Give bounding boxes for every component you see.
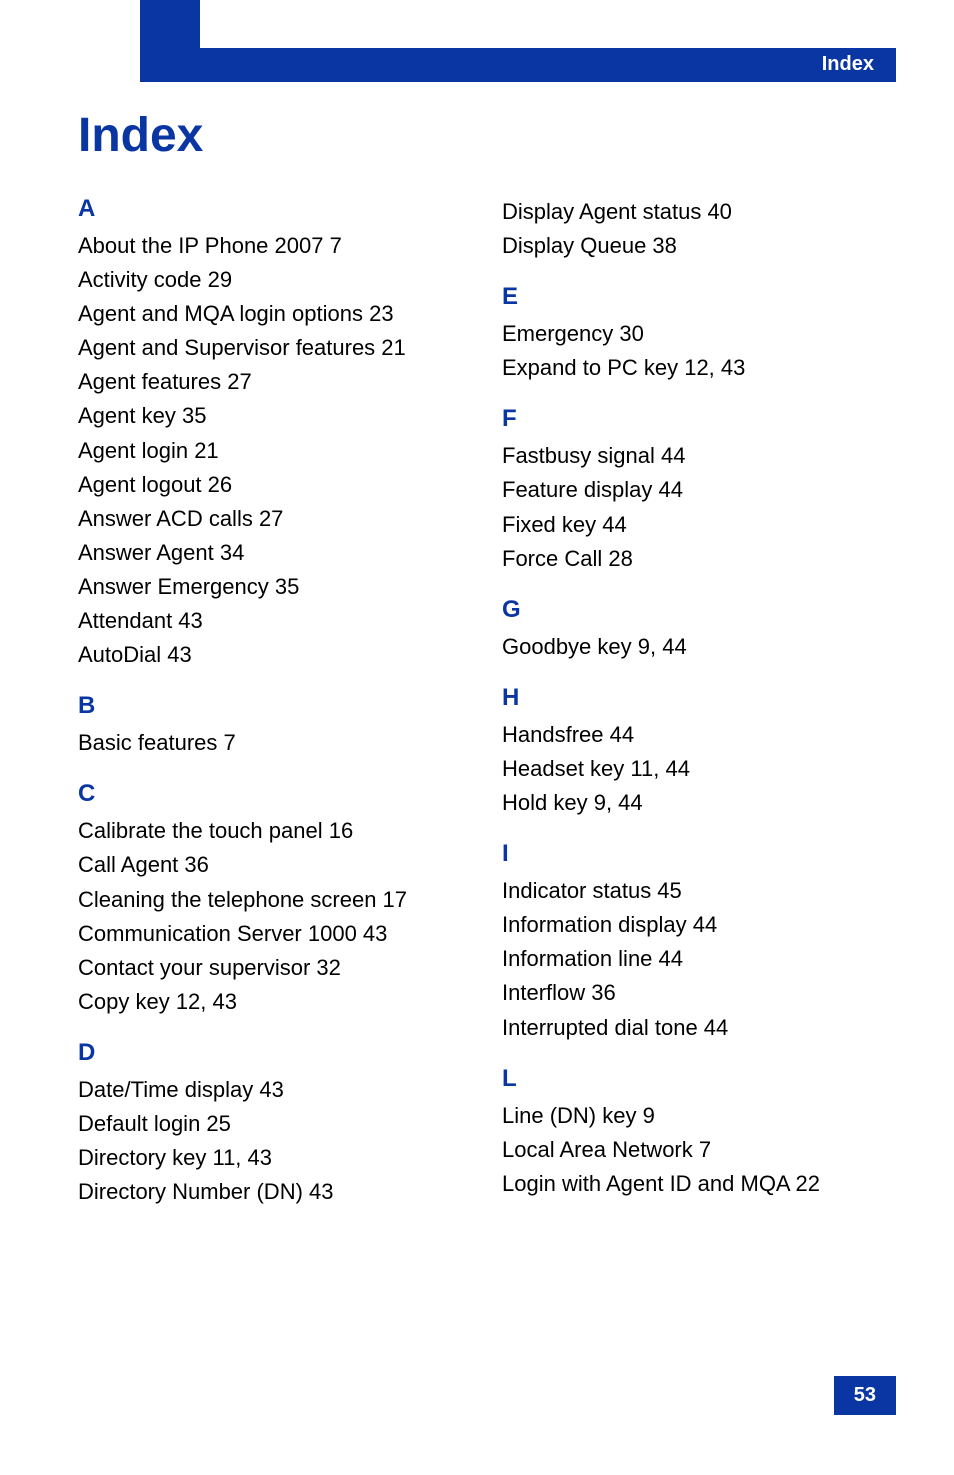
section-b: B Basic features 7 (78, 692, 472, 760)
index-entry: Hold key 9, 44 (502, 786, 896, 820)
index-entry: Agent and MQA login options 23 (78, 297, 472, 331)
section-i: I Indicator status 45 Information displa… (502, 840, 896, 1044)
index-entry: Cleaning the telephone screen 17 (78, 883, 472, 917)
section-d: D Date/Time display 43 Default login 25 … (78, 1039, 472, 1209)
index-entry: Fastbusy signal 44 (502, 439, 896, 473)
right-column: Display Agent status 40 Display Queue 38… (502, 195, 896, 1229)
page: Index Index A About the IP Phone 2007 7 … (0, 0, 954, 1475)
section-d-continued: Display Agent status 40 Display Queue 38 (502, 195, 896, 263)
index-entry: Headset key 11, 44 (502, 752, 896, 786)
section-letter-f: F (502, 405, 896, 433)
index-entry: Answer Emergency 35 (78, 570, 472, 604)
index-entry: Goodbye key 9, 44 (502, 630, 896, 664)
section-a: A About the IP Phone 2007 7 Activity cod… (78, 195, 472, 672)
index-entry: Login with Agent ID and MQA 22 (502, 1167, 896, 1201)
index-entry: Communication Server 1000 43 (78, 917, 472, 951)
index-entry: Call Agent 36 (78, 848, 472, 882)
index-entry: Information display 44 (502, 908, 896, 942)
index-entry: Indicator status 45 (502, 874, 896, 908)
index-entry: Handsfree 44 (502, 718, 896, 752)
index-entry: Local Area Network 7 (502, 1133, 896, 1167)
index-entry: Display Agent status 40 (502, 195, 896, 229)
left-column: A About the IP Phone 2007 7 Activity cod… (78, 195, 472, 1229)
section-letter-e: E (502, 283, 896, 311)
index-entry: Attendant 43 (78, 604, 472, 638)
section-letter-d: D (78, 1039, 472, 1067)
section-letter-c: C (78, 780, 472, 808)
section-letter-a: A (78, 195, 472, 223)
index-columns: A About the IP Phone 2007 7 Activity cod… (78, 195, 896, 1229)
index-entry: Interflow 36 (502, 976, 896, 1010)
page-title: Index (78, 108, 203, 163)
index-entry: Interrupted dial tone 44 (502, 1011, 896, 1045)
index-entry: Display Queue 38 (502, 229, 896, 263)
section-c: C Calibrate the touch panel 16 Call Agen… (78, 780, 472, 1019)
index-entry: Expand to PC key 12, 43 (502, 351, 896, 385)
section-g: G Goodbye key 9, 44 (502, 596, 896, 664)
index-entry: Directory key 11, 43 (78, 1141, 472, 1175)
section-letter-g: G (502, 596, 896, 624)
page-number: 53 (834, 1376, 896, 1415)
index-entry: Directory Number (DN) 43 (78, 1175, 472, 1209)
index-entry: Default login 25 (78, 1107, 472, 1141)
section-letter-b: B (78, 692, 472, 720)
index-entry: Copy key 12, 43 (78, 985, 472, 1019)
index-entry: Agent login 21 (78, 434, 472, 468)
index-entry: Calibrate the touch panel 16 (78, 814, 472, 848)
section-letter-h: H (502, 684, 896, 712)
index-entry: Information line 44 (502, 942, 896, 976)
index-entry: Agent features 27 (78, 365, 472, 399)
index-entry: Agent key 35 (78, 399, 472, 433)
index-entry: Agent and Supervisor features 21 (78, 331, 472, 365)
index-entry: About the IP Phone 2007 7 (78, 229, 472, 263)
index-entry: Emergency 30 (502, 317, 896, 351)
index-entry: Line (DN) key 9 (502, 1099, 896, 1133)
index-entry: Fixed key 44 (502, 508, 896, 542)
section-letter-l: L (502, 1065, 896, 1093)
index-entry: Basic features 7 (78, 726, 472, 760)
index-entry: Agent logout 26 (78, 468, 472, 502)
section-f: F Fastbusy signal 44 Feature display 44 … (502, 405, 896, 575)
index-entry: Force Call 28 (502, 542, 896, 576)
index-entry: AutoDial 43 (78, 638, 472, 672)
index-entry: Feature display 44 (502, 473, 896, 507)
index-entry: Answer ACD calls 27 (78, 502, 472, 536)
section-letter-i: I (502, 840, 896, 868)
section-e: E Emergency 30 Expand to PC key 12, 43 (502, 283, 896, 385)
section-h: H Handsfree 44 Headset key 11, 44 Hold k… (502, 684, 896, 820)
index-entry: Contact your supervisor 32 (78, 951, 472, 985)
index-entry: Date/Time display 43 (78, 1073, 472, 1107)
section-l: L Line (DN) key 9 Local Area Network 7 L… (502, 1065, 896, 1201)
index-entry: Answer Agent 34 (78, 536, 472, 570)
header-label: Index (822, 53, 874, 76)
index-entry: Activity code 29 (78, 263, 472, 297)
header-bar (140, 48, 896, 82)
